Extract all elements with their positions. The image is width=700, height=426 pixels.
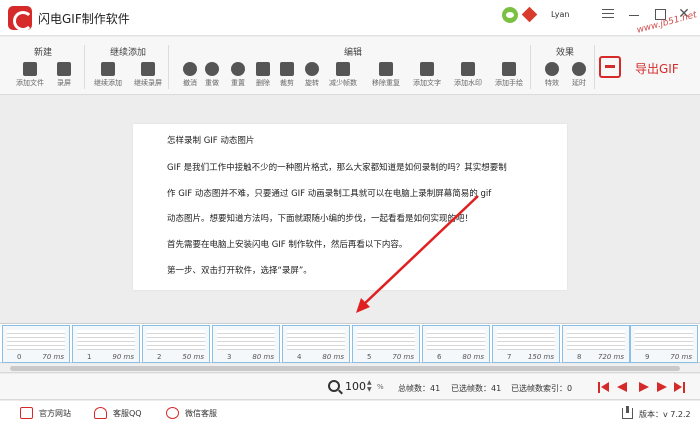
- export-icon: [599, 56, 621, 78]
- continue-add-button[interactable]: 继续添加: [92, 62, 124, 92]
- frame-thumb-image: [635, 330, 693, 350]
- last-frame-button[interactable]: [674, 382, 686, 393]
- file-icon: [101, 62, 115, 76]
- version-label: 版本：v 7.2.2: [639, 410, 691, 419]
- wechat-icon[interactable]: [502, 7, 518, 23]
- group-label-new: 新建: [34, 48, 53, 58]
- frame-thumb-image: [7, 330, 65, 350]
- frame-thumbnail[interactable]: 6 80 ms: [422, 325, 490, 363]
- effects-icon: [545, 62, 559, 76]
- reduce-frames-button[interactable]: 减少帧数: [327, 62, 359, 92]
- frame-thumb-image: [217, 330, 275, 350]
- frame-thumb-image: [287, 330, 345, 350]
- watermark-icon: [461, 62, 475, 76]
- export-gif-button[interactable]: 导出GIF: [599, 54, 689, 84]
- wechat-icon: [166, 407, 179, 419]
- frame-preview: 怎样录制 GIF 动态图片 GIF 是我们工作中接触不少的一种图片格式，那么大家…: [133, 124, 567, 290]
- preview-line: 怎样录制 GIF 动态图片: [167, 136, 255, 146]
- trash-icon: [256, 62, 270, 76]
- filmstrip-scrollbar[interactable]: [0, 364, 700, 373]
- add-file-button[interactable]: 添加文件: [14, 62, 46, 92]
- frame-thumb-image: [77, 330, 135, 350]
- frame-thumbnail[interactable]: 2 50 ms: [142, 325, 210, 363]
- preview-line: 首先需要在电脑上安装闪电 GIF 制作软件，然后再看以下内容。: [167, 240, 408, 250]
- group-divider: [168, 45, 169, 89]
- add-drawing-button[interactable]: 添加手绘: [493, 62, 525, 92]
- app-title: 闪电GIF制作软件: [38, 12, 130, 26]
- group-label-effects: 效果: [556, 48, 575, 58]
- remove-duplicates-button[interactable]: 移除重复: [370, 62, 402, 92]
- group-label-continue: 继续添加: [110, 48, 147, 58]
- frame-thumb-image: [497, 330, 555, 350]
- next-frame-button[interactable]: [657, 382, 669, 393]
- add-watermark-button[interactable]: 添加水印: [452, 62, 484, 92]
- zoom-stepper[interactable]: ▲ ▼: [367, 379, 372, 393]
- preview-line: 动态图片。想要知道方法吗，下面就跟随小编的步伐，一起看看是如何实现的吧！: [167, 214, 474, 224]
- record-screen-button[interactable]: 录屏: [48, 62, 80, 92]
- toolbar: 新建 继续添加 编辑 效果 添加文件 录屏 继续添加 继续录屏 撤消 重做 重置…: [0, 37, 700, 95]
- frame-thumbnail[interactable]: 5 70 ms: [352, 325, 420, 363]
- username[interactable]: Lyan: [551, 10, 569, 19]
- frame-thumb-image: [567, 330, 625, 350]
- preview-line: GIF 是我们工作中接触不少的一种图片格式，那么大家都知道是如何录制的吗？其实想…: [167, 163, 507, 173]
- preview-canvas[interactable]: 怎样录制 GIF 动态图片 GIF 是我们工作中接触不少的一种图片格式，那么大家…: [0, 96, 700, 322]
- footer: 官方网站 客服QQ 微信客服 版本：v 7.2.2: [0, 401, 700, 426]
- remove-duplicates-icon: [379, 62, 393, 76]
- selected-frames: 已选帧数：41: [451, 384, 502, 393]
- download-icon[interactable]: [622, 406, 633, 419]
- title-bar: 闪电GIF制作软件 Lyan ✕ www.jb51.net: [0, 0, 700, 36]
- video-camera-icon: [57, 62, 71, 76]
- timer-icon: [572, 62, 586, 76]
- delay-button[interactable]: 延时: [563, 62, 595, 92]
- continue-record-button[interactable]: 继续录屏: [132, 62, 164, 92]
- rotate-button[interactable]: 旋转: [296, 62, 328, 92]
- group-divider: [530, 45, 531, 89]
- crop-icon: [280, 62, 294, 76]
- video-camera-icon: [141, 62, 155, 76]
- preview-line: 第一步、双击打开软件，选择“录屏”。: [167, 266, 312, 276]
- export-label: 导出GIF: [635, 62, 679, 76]
- previous-frame-button[interactable]: [617, 382, 629, 393]
- add-text-button[interactable]: 添加文字: [411, 62, 443, 92]
- frame-thumbnail[interactable]: 3 80 ms: [212, 325, 280, 363]
- frame-thumbnail[interactable]: 4 80 ms: [282, 325, 350, 363]
- brush-icon: [502, 62, 516, 76]
- qq-icon: [94, 407, 107, 419]
- text-icon: [420, 62, 434, 76]
- frame-thumb-image: [147, 330, 205, 350]
- preview-line: 作 GIF 动态图并不难，只要通过 GIF 动画录制工具就可以在电脑上录制屏幕简…: [167, 189, 492, 199]
- vip-badge-icon[interactable]: [521, 6, 538, 23]
- group-label-edit: 编辑: [344, 48, 363, 58]
- first-frame-button[interactable]: [598, 382, 610, 393]
- zoom-unit: %: [377, 383, 384, 391]
- zoom-icon[interactable]: [328, 380, 340, 392]
- monitor-icon: [20, 407, 33, 419]
- frame-thumbnail[interactable]: 0 70 ms: [2, 325, 70, 363]
- redo-icon: [205, 62, 219, 76]
- frame-thumbnail[interactable]: 8 720 ms: [562, 325, 630, 363]
- frame-thumb-image: [427, 330, 485, 350]
- play-button[interactable]: [639, 382, 651, 393]
- frame-filmstrip[interactable]: 0 70 ms 1 90 ms 2 50 ms 3 80 ms 4 80 ms 5 70 m…: [0, 323, 700, 363]
- frame-thumbnail[interactable]: 9 70 ms: [630, 325, 698, 363]
- total-frames: 总帧数：41: [398, 384, 441, 393]
- frame-thumb-image: [357, 330, 415, 350]
- frame-thumbnail[interactable]: 7 150 ms: [492, 325, 560, 363]
- minimize-icon[interactable]: [626, 6, 642, 22]
- reset-icon: [231, 62, 245, 76]
- selected-frame-index: 已选帧数索引：0: [511, 384, 573, 393]
- undo-icon: [183, 62, 197, 76]
- reduce-frames-icon: [336, 62, 350, 76]
- app-logo: [8, 6, 33, 31]
- menu-icon[interactable]: [600, 6, 616, 22]
- scrollbar-thumb[interactable]: [10, 366, 680, 371]
- group-divider: [84, 45, 85, 89]
- frame-thumbnail[interactable]: 1 90 ms: [72, 325, 140, 363]
- rotate-icon: [305, 62, 319, 76]
- zoom-value[interactable]: 100: [345, 380, 366, 393]
- status-bar: 100 ▲ ▼ % 总帧数：41 已选帧数：41 已选帧数索引：0: [0, 374, 700, 400]
- file-icon: [23, 62, 37, 76]
